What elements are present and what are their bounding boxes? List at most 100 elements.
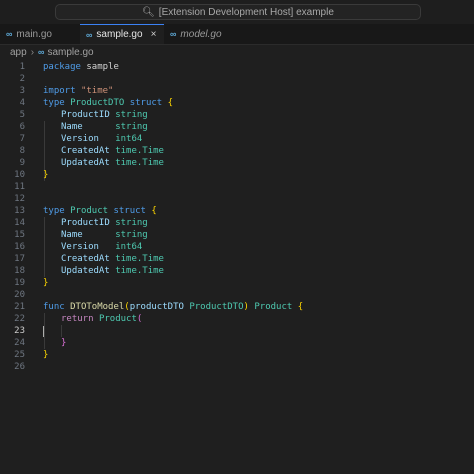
keyword: struct: [129, 98, 163, 108]
code-line-7: 7 Version int64: [0, 133, 474, 145]
keyword: package: [43, 62, 81, 72]
command-center-search[interactable]: 🔍︎ [Extension Development Host] example: [55, 4, 421, 20]
code-line-11: 11: [0, 181, 474, 193]
code-line-1: 1 package sample: [0, 61, 474, 73]
keyword: type: [43, 206, 65, 216]
tab-label: sample.go: [96, 29, 143, 40]
line-number: 14: [14, 218, 25, 228]
line-number: 24: [14, 338, 25, 348]
type-name: time.Time: [115, 146, 164, 156]
bracket: {: [151, 206, 157, 216]
code-line-14: 14 ProductID string: [0, 217, 474, 229]
code-line-17: 17 CreatedAt time.Time: [0, 253, 474, 265]
keyword: type: [43, 98, 65, 108]
type-name: time.Time: [115, 158, 164, 168]
line-number: 10: [14, 170, 25, 180]
line-number: 18: [14, 266, 25, 276]
line-number: 26: [14, 362, 25, 372]
line-number: 20: [14, 290, 25, 300]
type-name: Product: [98, 314, 137, 324]
code-line-16: 16 Version int64: [0, 241, 474, 253]
field-name: UpdatedAt: [61, 158, 110, 168]
type-name: int64: [115, 134, 143, 144]
code-line-13: 13 type Product struct {: [0, 205, 474, 217]
go-file-icon: ∞: [86, 29, 93, 40]
code-line-15: 15 Name string: [0, 229, 474, 241]
search-icon: 🔍︎: [142, 6, 155, 18]
line-number: 9: [19, 158, 25, 168]
tab-main-go[interactable]: ∞ main.go: [0, 24, 80, 44]
bracket: }: [61, 338, 67, 348]
code-line-5: 5 ProductID string: [0, 109, 474, 121]
tab-sample-go[interactable]: ∞ sample.go ×: [80, 24, 164, 44]
field-name: Version: [61, 242, 99, 252]
keyword: func: [43, 302, 65, 312]
line-number: 2: [19, 74, 25, 84]
breadcrumb-folder[interactable]: app: [10, 47, 27, 58]
bracket: {: [167, 98, 174, 108]
breadcrumb-file[interactable]: sample.go: [47, 47, 93, 58]
field-name: CreatedAt: [61, 146, 110, 156]
code-line-4: 4 type ProductDTO struct {: [0, 97, 474, 109]
close-icon[interactable]: ×: [151, 29, 157, 40]
code-line-24: 24}: [0, 337, 474, 349]
field-name: ProductID: [61, 110, 110, 120]
line-number: 17: [14, 254, 25, 264]
editor-tab-bar: ∞ main.go ∞ sample.go × ∞ model.go: [0, 24, 474, 45]
search-text: [Extension Development Host] example: [158, 6, 334, 18]
function-name: DTOToModel: [70, 302, 125, 312]
bracket: (: [136, 314, 143, 324]
line-number: 12: [14, 194, 25, 204]
code-line-26: 26: [0, 361, 474, 373]
code-line-2: 2: [0, 73, 474, 85]
line-number: 6: [19, 122, 25, 132]
tab-label: main.go: [16, 28, 52, 40]
bracket: }: [43, 170, 49, 180]
string-literal: "time": [80, 86, 114, 96]
tab-model-go[interactable]: ∞ model.go: [164, 24, 254, 44]
line-number: 7: [19, 134, 25, 144]
keyword: struct: [113, 206, 146, 216]
line-number: 25: [14, 350, 25, 360]
code-line-25: 25}: [0, 349, 474, 361]
type-name: string: [115, 122, 148, 132]
go-file-icon: ∞: [170, 29, 177, 39]
type-name: Product: [254, 302, 293, 312]
code-line-8: 8 CreatedAt time.Time: [0, 145, 474, 157]
type-name: ProductDTO: [189, 302, 244, 312]
line-number: 19: [14, 278, 25, 288]
bracket: }: [43, 278, 49, 288]
line-number: 13: [14, 206, 25, 216]
line-number: 15: [14, 230, 25, 240]
code-line-20: 20: [0, 289, 474, 301]
field-name: productDTO: [129, 302, 184, 312]
type-name: string: [115, 230, 148, 240]
field-name: Name: [61, 122, 83, 132]
line-number: 3: [19, 86, 25, 96]
code-line-6: 6 Name string: [0, 121, 474, 133]
field-name: UpdatedAt: [61, 266, 110, 276]
tab-label: model.go: [180, 28, 222, 40]
go-file-icon: ∞: [6, 29, 13, 39]
type-name: int64: [115, 242, 143, 252]
line-number: 23: [14, 326, 25, 336]
text-cursor: [43, 326, 44, 337]
code-line-10: 10}: [0, 169, 474, 181]
field-name: Version: [61, 134, 99, 144]
bracket: }: [43, 350, 49, 360]
code-text: sample: [80, 62, 119, 72]
type-name: string: [115, 110, 148, 120]
keyword: import: [43, 86, 76, 96]
type-name: ProductDTO: [70, 98, 125, 108]
title-bar: 🔍︎ [Extension Development Host] example: [0, 0, 474, 24]
code-editor[interactable]: 1 package sample 2 3 import "time" 4 type Prod…: [0, 59, 474, 474]
keyword: return: [61, 314, 94, 324]
field-name: Name: [61, 230, 83, 240]
code-line-21: 21 func DTOToModel(productDTO ProductDTO)…: [0, 301, 474, 313]
chevron-right-icon: ›: [30, 46, 35, 58]
line-number: 8: [19, 146, 25, 156]
line-number: 16: [14, 242, 25, 252]
line-number: 22: [14, 314, 25, 324]
